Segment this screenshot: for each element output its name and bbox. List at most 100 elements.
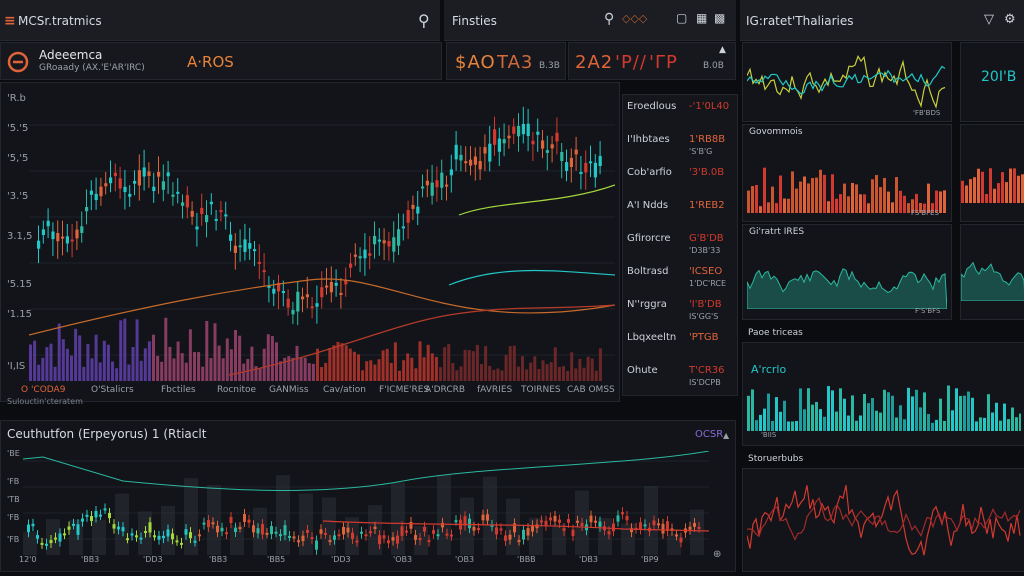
candle-body <box>224 214 228 217</box>
candle-body <box>418 538 422 541</box>
candle-body <box>152 186 156 192</box>
bar <box>839 388 842 431</box>
volume-bar <box>322 497 336 555</box>
bar <box>997 183 1000 203</box>
watchlist-row[interactable]: Ohute T'CR36 IS'DCPB <box>627 365 737 387</box>
ma-line-green <box>458 184 615 216</box>
volume-bar <box>483 476 497 555</box>
mini-chart-3[interactable]: Gi'ratrt IRES F'S'BFS <box>742 224 952 320</box>
candle-body <box>612 523 615 532</box>
watchlist-name: Boltrasd <box>627 266 669 277</box>
candle-body <box>104 183 108 187</box>
candle-body <box>397 229 401 246</box>
bar <box>835 411 838 431</box>
volume-bar <box>348 348 352 381</box>
volume-bar <box>439 367 442 381</box>
x-tick: 'BBB <box>517 555 536 564</box>
mini-chart-4[interactable]: A'rcrlo 'BIIS <box>742 342 1024 446</box>
watchlist-value: 'PTGB <box>689 332 719 343</box>
bar <box>961 180 964 203</box>
bar <box>971 397 974 431</box>
candle-body <box>27 524 30 533</box>
watchlist-name: N''rggra <box>627 299 667 310</box>
candle-body <box>319 529 323 534</box>
bottom-candlestick-chart[interactable] <box>23 451 709 555</box>
volume-bar <box>57 323 61 381</box>
candle-body <box>517 125 521 137</box>
candle-body <box>454 144 458 160</box>
candle-body <box>373 235 377 245</box>
bar <box>951 410 954 431</box>
mini-chart-5[interactable] <box>742 468 1024 572</box>
volume-bar <box>381 350 385 381</box>
x-tick: 'OB3 <box>393 555 413 564</box>
watchlist-row[interactable]: Gfirorcre G'B'DB 'D3B'33 <box>627 233 737 255</box>
volume-bar <box>143 348 147 381</box>
settings-icon[interactable]: ⚙ <box>1004 12 1016 27</box>
watchlist-row[interactable]: Cob'arfio '3'B.0B <box>627 167 737 187</box>
scroll-end-icon[interactable]: ⊕ <box>713 549 721 560</box>
bar <box>1013 168 1016 203</box>
flag-icon[interactable]: ▲ <box>719 45 726 55</box>
close-icon[interactable]: ▲ <box>723 431 729 440</box>
volume-bar <box>119 320 123 381</box>
volume-bar <box>253 507 267 555</box>
bar <box>891 202 894 213</box>
watchlist-row[interactable]: I'Ihbtaes 1'RB8B 'S'B'G <box>627 134 737 156</box>
volume-bar <box>537 369 541 381</box>
account-name: Adeeemca <box>39 48 103 62</box>
filter-icon[interactable]: ◇◇◇ <box>622 12 647 25</box>
volume-bar <box>365 361 369 381</box>
ticker-value-1: $AO <box>455 52 496 73</box>
candle-body <box>387 240 391 247</box>
candle-body <box>621 512 624 515</box>
area-series <box>961 261 1024 301</box>
ticker-value-3: 2A2 <box>575 52 614 73</box>
candle-body <box>94 193 98 201</box>
watchlist-row[interactable]: Lbqxeeltn 'PTGB <box>627 332 737 352</box>
search-icon[interactable]: ⚲ <box>418 11 430 30</box>
ticker-card-2[interactable]: 2A2 'P// 'ΓP B.0B ▲ <box>568 42 736 80</box>
candle-body <box>440 172 444 188</box>
bar <box>903 419 906 431</box>
ticker-card-1[interactable]: $AO TA3 B.3B <box>446 42 566 80</box>
grid-icon[interactable]: ▩ <box>714 11 725 25</box>
mini-chart-2[interactable]: Govommois FS'BI'ES <box>742 124 952 222</box>
mini-chart-3b[interactable] <box>960 224 1024 320</box>
candle-body <box>531 525 534 532</box>
bar <box>867 203 870 213</box>
mini-chart-1b[interactable]: 20I'B <box>960 42 1024 122</box>
app-logo-icon[interactable]: ≡ <box>4 13 16 29</box>
bar <box>883 389 886 431</box>
candle-body <box>553 515 557 522</box>
candle-body <box>205 215 209 223</box>
candle-body <box>574 149 578 155</box>
candle-body <box>565 162 569 171</box>
y-tick: 'FB <box>7 535 20 544</box>
watchlist-row[interactable]: A'I Ndds 1'REB2 <box>627 200 737 220</box>
shield-icon[interactable]: ▽ <box>984 12 994 27</box>
main-candlestick-chart[interactable] <box>29 95 615 381</box>
candle-body <box>454 520 458 523</box>
mini-chart-1[interactable]: 'FB'BDS <box>742 42 952 122</box>
candle-body <box>560 152 564 162</box>
candle-body <box>400 526 404 536</box>
account-card[interactable]: Adeeemca GRoaady (AX.'E'AR'IRC) A·ROS <box>0 42 442 80</box>
candle-body <box>436 534 440 537</box>
candle-body <box>41 229 45 236</box>
candle-body <box>544 520 548 526</box>
watchlist-row[interactable]: Eroedlous -'1'0L40 <box>627 101 737 121</box>
search-icon[interactable]: ⚲ <box>604 11 614 27</box>
candle-body <box>315 540 318 550</box>
watchlist-row[interactable]: Boltrasd 'ICSEO 1'DC'RCE <box>627 266 737 288</box>
mini-chart-2b[interactable] <box>960 124 1024 222</box>
candle-body <box>56 232 60 242</box>
bar <box>783 198 786 213</box>
watchlist-row[interactable]: N''rggra 'I'B'DB IS'GG'S <box>627 299 737 321</box>
layout-icon[interactable]: ▦ <box>696 11 707 25</box>
bar <box>791 171 794 213</box>
bottom-chart-badge[interactable]: OCSR <box>695 429 723 440</box>
window-icon[interactable]: ▢ <box>676 11 687 25</box>
volume-bar <box>480 364 483 381</box>
candle-body <box>72 523 75 526</box>
